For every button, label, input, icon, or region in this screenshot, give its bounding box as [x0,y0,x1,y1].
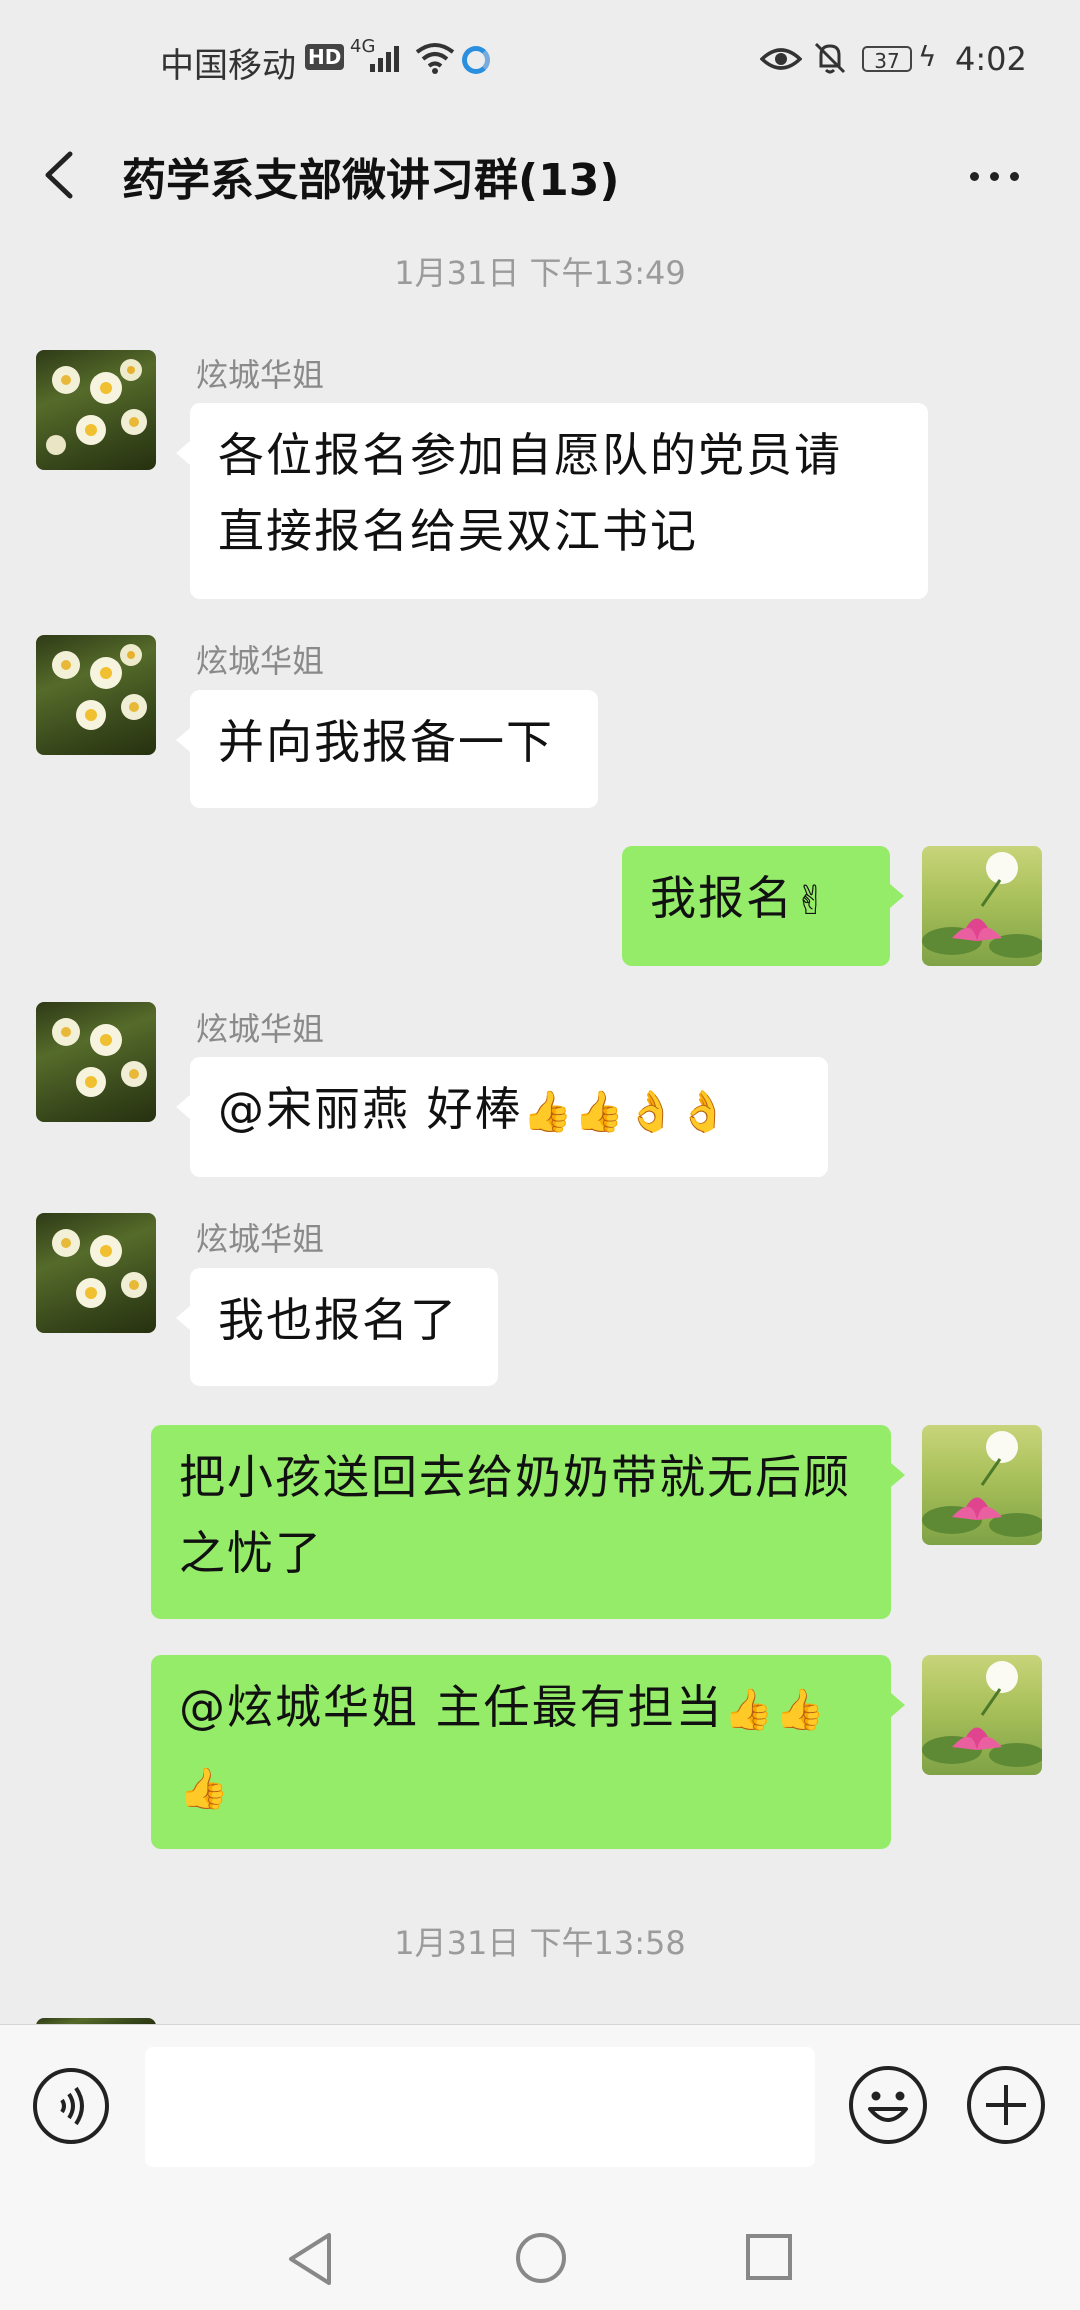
sender-name: 炫城华姐 [196,1220,325,1258]
thumbs-up-ok-emoji: 👍👍👌👌 [522,1089,730,1135]
emoji-button[interactable] [848,2065,928,2145]
sender-name: 炫城华姐 [196,642,325,680]
narcissus-avatar-image [52,644,147,730]
nav-back-icon[interactable] [285,2231,335,2287]
nav-home-icon[interactable] [514,2231,568,2285]
message-bubble-self[interactable]: 把小孩送回去给奶奶带就无后顾 之忧了 [151,1425,905,1619]
message-line: 各位报名参加自愿队的党员请 [218,428,842,482]
message-bubble[interactable]: @宋丽燕 好棒👍👍👌👌 [176,1057,828,1177]
message-text: @宋丽燕 好棒 [218,1082,523,1136]
avatar-self[interactable] [922,1655,1042,1775]
thumbs-up-emoji: 👍 [179,1766,231,1812]
voice-icon [33,2068,109,2144]
narcissus-avatar-image [52,1018,147,1097]
more-button[interactable] [960,150,1030,200]
avatar[interactable] [36,1002,156,1122]
lotus-avatar-image [922,852,1042,958]
mute-bell-icon [814,42,846,74]
message-bubble[interactable]: 并向我报备一下 [176,690,598,808]
message-text: 并向我报备一下 [218,715,554,769]
lotus-avatar-image [922,1431,1042,1537]
message-text: @炫城华姐 主任最有担当 [179,1680,724,1734]
system-nav-bar [0,2209,1080,2310]
lotus-avatar-image [922,1661,1042,1767]
wifi-icon [415,43,455,74]
more-functions-button[interactable] [966,2065,1046,2145]
message-timestamp: 1月31日 下午13:58 [394,1924,686,1962]
message-bubble[interactable]: 各位报名参加自愿队的党员请 直接报名给吴双江书记 [176,403,928,599]
message-text: 我也报名了 [218,1293,458,1347]
narcissus-avatar-image [52,1229,147,1308]
back-arrow-icon [45,151,73,199]
plus-icon [967,2066,1045,2144]
sender-name: 炫城华姐 [196,356,325,394]
app-notification-icon [462,46,490,74]
message-line: 直接报名给吴双江书记 [218,504,698,558]
clock: 4:02 [955,40,1027,78]
hd-badge: HD [305,44,345,70]
message-timestamp: 1月31日 下午13:49 [394,254,686,292]
avatar[interactable] [36,635,156,755]
message-text: 我报名 [650,871,794,925]
avatar-self[interactable] [922,846,1042,966]
status-bar: 中国移动 HD 4G 37 ϟ 4:02 [0,0,1080,120]
nav-recent-icon[interactable] [745,2233,793,2281]
more-dot [990,172,999,181]
battery-level: 37 [862,46,912,73]
charging-icon: ϟ [918,40,937,73]
chat-header: 药学系支部微讲习群(13) [0,120,1080,230]
more-dot [1010,172,1019,181]
back-button[interactable] [30,140,90,210]
avatar[interactable] [36,350,156,470]
more-dots-icon [970,172,979,181]
voice-button[interactable] [32,2067,110,2145]
avatar[interactable] [36,1213,156,1333]
chat-title: 药学系支部微讲习群(13) [122,155,620,206]
message-line: 把小孩送回去给奶奶带就无后顾 [179,1450,851,1504]
message-bubble-self[interactable]: @炫城华姐 主任最有担当👍👍 👍 [151,1655,905,1849]
carrier-label: 中国移动 [160,46,296,86]
message-line: 之忧了 [179,1526,323,1580]
message-input[interactable] [145,2047,815,2167]
narcissus-avatar-image [46,359,147,455]
sender-name: 炫城华姐 [196,1010,325,1048]
message-input-bar [0,2024,1080,2210]
victory-emoji: ✌ [794,878,830,924]
thumbs-up-emoji: 👍👍 [723,1687,828,1733]
eye-icon [760,48,802,70]
message-bubble-self[interactable]: 我报名✌ [622,846,904,966]
signal-icon [370,46,399,72]
message-bubble[interactable]: 我也报名了 [176,1268,498,1386]
emoji-smile-icon [849,2066,927,2144]
avatar-self[interactable] [922,1425,1042,1545]
